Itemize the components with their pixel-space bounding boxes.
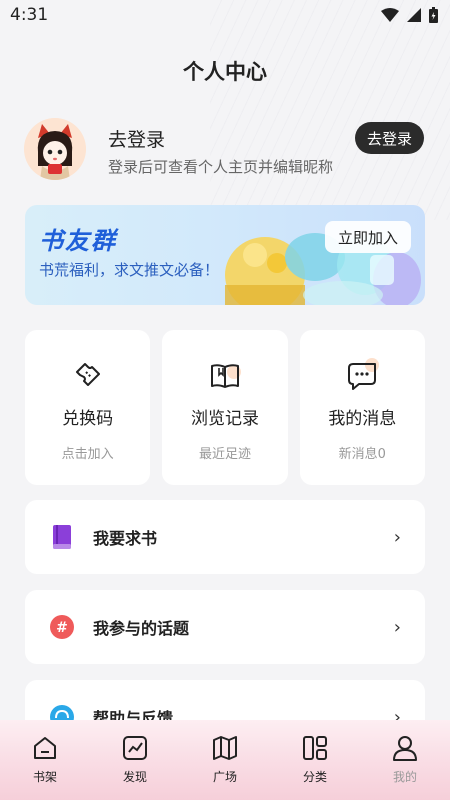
signal-icon	[407, 8, 421, 22]
book-icon	[208, 358, 242, 392]
login-button[interactable]: 去登录	[354, 122, 424, 154]
login-title[interactable]: 去登录	[108, 125, 165, 152]
tab-label: 广场	[212, 770, 237, 784]
ticket-icon	[71, 358, 105, 392]
card-title: 兑换码	[62, 409, 114, 429]
svg-text:#: #	[56, 620, 68, 636]
tab-label: 发现	[122, 770, 147, 784]
background-decoration	[210, 0, 450, 220]
card-my-messages[interactable]: 我的消息 新消息0	[299, 330, 425, 485]
card-title: 我的消息	[328, 409, 397, 429]
battery-icon	[429, 7, 438, 23]
discover-icon	[123, 736, 147, 760]
status-icons	[381, 7, 438, 23]
chevron-right-icon: ›	[393, 616, 401, 638]
card-subtitle: 点击加入	[61, 447, 114, 462]
list-item-my-topics[interactable]: # 我参与的话题 ›	[25, 590, 425, 664]
tab-square[interactable]: 广场	[195, 734, 255, 785]
quick-cards: 兑换码 点击加入 浏览记录 最近足迹 我的消息 新消息0	[25, 330, 425, 485]
card-redeem-code[interactable]: 兑换码 点击加入	[25, 330, 151, 485]
card-subtitle: 新消息0	[338, 447, 386, 462]
wifi-icon	[381, 8, 399, 22]
tab-label: 我的	[392, 770, 417, 784]
card-subtitle: 最近足迹	[198, 447, 251, 462]
card-title: 浏览记录	[190, 409, 259, 429]
list-item-request-book[interactable]: 我要求书 ›	[25, 500, 425, 574]
bottom-tab-bar: 书架 发现 广场 分类 我的	[0, 720, 450, 800]
status-bar: 4:31	[0, 0, 450, 30]
tab-discover[interactable]: 发现	[105, 734, 165, 785]
tab-label: 书架	[32, 770, 57, 784]
card-browse-history[interactable]: 浏览记录 最近足迹	[162, 330, 288, 485]
message-icon	[345, 358, 380, 392]
status-time: 4:31	[10, 5, 49, 25]
reader-group-banner[interactable]: 书友群 书荒福利，求文推文必备！ 立即加入	[25, 205, 425, 305]
map-icon	[213, 736, 237, 760]
page-title: 个人中心	[183, 60, 267, 84]
hashtag-icon: #	[49, 614, 75, 640]
tab-label: 分类	[302, 770, 327, 784]
avatar[interactable]	[24, 118, 86, 180]
bookshelf-icon	[34, 737, 56, 759]
profile-section: 去登录 登录后可查看个人主页并编辑昵称 去登录	[24, 118, 424, 182]
banner-title: 书友群	[39, 227, 117, 255]
list-label: 我要求书	[93, 529, 158, 548]
tab-bookshelf[interactable]: 书架	[15, 734, 75, 785]
user-icon	[393, 736, 417, 761]
banner-subtitle: 书荒福利，求文推文必备！	[39, 261, 220, 279]
tab-mine[interactable]: 我的	[375, 734, 435, 785]
category-icon	[303, 736, 327, 760]
join-now-button[interactable]: 立即加入	[324, 221, 411, 253]
chevron-right-icon: ›	[393, 526, 401, 548]
list-label: 我参与的话题	[93, 619, 190, 638]
book-request-icon	[49, 524, 75, 550]
tab-category[interactable]: 分类	[285, 734, 345, 785]
login-subtitle: 登录后可查看个人主页并编辑昵称	[108, 158, 334, 176]
